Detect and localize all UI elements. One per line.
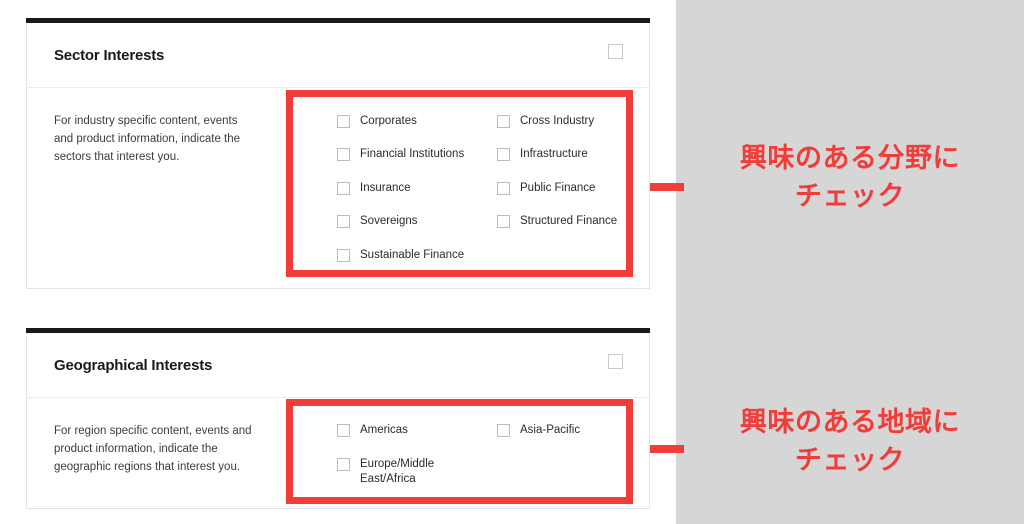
checkbox-icon[interactable] bbox=[497, 181, 510, 195]
checkbox-item-corporates[interactable]: Corporates bbox=[337, 114, 497, 128]
sector-description: For industry specific content, events an… bbox=[54, 115, 241, 163]
checkbox-label: Cross Industry bbox=[520, 115, 595, 127]
checkbox-icon[interactable] bbox=[337, 248, 350, 262]
checkbox-item-public-finance[interactable]: Public Finance bbox=[497, 181, 657, 195]
checkbox-icon[interactable] bbox=[497, 215, 510, 229]
checkbox-label: Sovereigns bbox=[360, 215, 418, 228]
checkbox-icon[interactable] bbox=[497, 115, 510, 128]
checkbox-label: Corporates bbox=[360, 115, 417, 127]
checkbox-icon[interactable] bbox=[337, 181, 350, 195]
sector-interests-card: Sector Interests For industry specific c… bbox=[26, 18, 650, 289]
annotation-geographical-line1: 興味のある地域に bbox=[740, 407, 960, 438]
checkbox-label: Asia-Pacific bbox=[520, 424, 581, 436]
checkbox-label: Americas bbox=[360, 424, 408, 436]
checkbox-label: Infrastructure bbox=[520, 148, 588, 161]
checkbox-item-infrastructure[interactable]: Infrastructure bbox=[497, 147, 657, 162]
checkbox-icon[interactable] bbox=[337, 215, 350, 229]
geographical-select-all-checkbox[interactable] bbox=[608, 354, 623, 369]
checkbox-icon[interactable] bbox=[337, 148, 350, 162]
checkbox-item-sovereigns[interactable]: Sovereigns bbox=[337, 214, 497, 229]
checkbox-item-cross-industry[interactable]: Cross Industry bbox=[497, 114, 657, 128]
annotation-panel: 興味のある分野に チェック 興味のある地域に チェック bbox=[676, 0, 1024, 524]
checkbox-item-europe-middle-east-africa[interactable]: Europe/Middle East/Africa bbox=[337, 457, 457, 486]
checkbox-icon[interactable] bbox=[497, 148, 510, 162]
sector-select-all-checkbox[interactable] bbox=[608, 44, 623, 59]
checkbox-item-insurance[interactable]: Insurance bbox=[337, 181, 497, 195]
checkbox-item-financial-institutions[interactable]: Financial Institutions bbox=[337, 147, 497, 162]
geographical-card-body: For region specific content, events and … bbox=[27, 398, 649, 508]
checkbox-item-structured-finance[interactable]: Structured Finance bbox=[497, 214, 657, 229]
sector-options-grid: Corporates Cross Industry Financial Inst… bbox=[337, 114, 657, 262]
checkbox-label: Insurance bbox=[360, 181, 411, 194]
geographical-options-grid: Americas Asia-Pacific Europe/Middle East… bbox=[337, 423, 657, 486]
checkbox-label: Financial Institutions bbox=[360, 148, 465, 161]
annotation-geographical: 興味のある地域に チェック bbox=[676, 404, 1024, 481]
geographical-interests-card: Geographical Interests For region specif… bbox=[26, 328, 650, 509]
screenshot-root: 興味のある分野に チェック 興味のある地域に チェック Sector Inter… bbox=[0, 0, 1024, 524]
sector-card-header: Sector Interests bbox=[27, 23, 649, 88]
checkbox-item-asia-pacific[interactable]: Asia-Pacific bbox=[497, 423, 657, 437]
annotation-sector-line2: チェック bbox=[795, 181, 905, 213]
checkbox-icon[interactable] bbox=[337, 115, 350, 128]
checkbox-icon[interactable] bbox=[337, 424, 350, 437]
checkbox-item-sustainable-finance[interactable]: Sustainable Finance bbox=[337, 248, 497, 262]
checkbox-icon[interactable] bbox=[337, 458, 350, 472]
checkbox-icon[interactable] bbox=[497, 424, 510, 437]
checkbox-item-americas[interactable]: Americas bbox=[337, 423, 497, 437]
checkbox-label: Sustainable Finance bbox=[360, 248, 465, 261]
geographical-description: For region specific content, events and … bbox=[54, 425, 252, 473]
annotation-sector: 興味のある分野に チェック bbox=[676, 140, 1024, 217]
sector-card-body: For industry specific content, events an… bbox=[27, 88, 649, 288]
geographical-card-header: Geographical Interests bbox=[27, 333, 649, 398]
checkbox-label: Public Finance bbox=[520, 181, 596, 194]
annotation-geographical-line2: チェック bbox=[795, 445, 905, 477]
annotation-sector-line1: 興味のある分野に bbox=[740, 143, 960, 174]
checkbox-label: Europe/Middle East/Africa bbox=[360, 458, 435, 485]
checkbox-label: Structured Finance bbox=[520, 215, 618, 228]
geographical-card-title: Geographical Interests bbox=[54, 357, 213, 374]
sector-card-title: Sector Interests bbox=[54, 47, 165, 64]
